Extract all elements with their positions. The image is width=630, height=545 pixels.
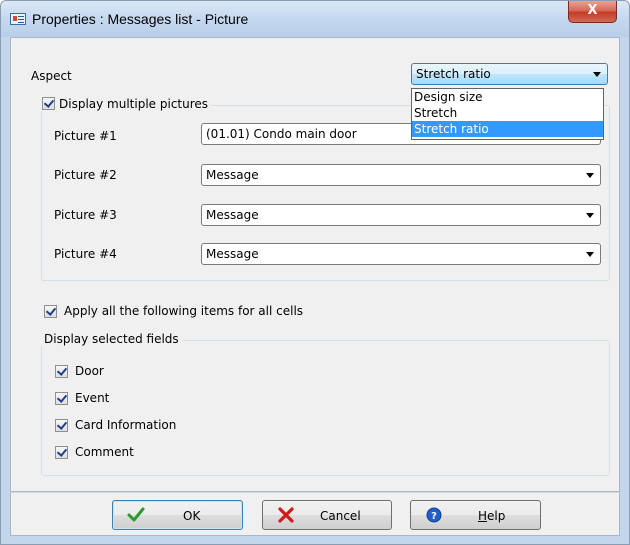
check-icon [127,507,145,522]
button-bar: OK Cancel ? Help [10,492,620,536]
card-information-checkbox[interactable] [55,419,68,432]
multiple-pictures-header: Display multiple pictures [39,97,212,111]
door-checkbox[interactable] [55,365,68,378]
svg-text:?: ? [431,511,437,522]
close-icon: X [587,3,598,18]
event-checkbox[interactable] [55,392,68,405]
aspect-option-stretch[interactable]: Stretch [412,105,603,121]
event-label: Event [75,391,110,405]
card-information-label: Card Information [75,418,177,432]
aspect-select[interactable]: Stretch ratio [411,63,608,85]
title-bar[interactable]: Properties : Messages list - Picture X [1,1,629,37]
picture-2-label: Picture #2 [54,168,117,182]
close-button[interactable]: X [568,1,617,23]
chevron-down-icon [586,213,594,218]
comment-label: Comment [75,445,134,459]
picture-1-value: (01.01) Condo main door [206,127,357,141]
apply-all-checkbox[interactable] [44,305,57,318]
aspect-options-list: Design size Stretch Stretch ratio [411,88,604,140]
selected-fields-title: Display selected fields [41,332,182,346]
aspect-label: Aspect [31,69,72,83]
close-icon [278,507,294,523]
picture-4-select[interactable]: Message [201,243,601,265]
picture-3-value: Message [206,208,259,222]
picture-3-label: Picture #3 [54,208,117,222]
picture-4-label: Picture #4 [54,247,117,261]
display-multiple-pictures-checkbox[interactable] [42,97,55,110]
cancel-label: Cancel [320,509,361,523]
door-label: Door [75,364,104,378]
apply-all-label: Apply all the following items for all ce… [64,304,304,318]
picture-4-value: Message [206,247,259,261]
aspect-select-value: Stretch ratio [416,67,491,81]
help-label: Help [478,509,506,523]
help-button[interactable]: ? Help [410,500,541,530]
picture-3-select[interactable]: Message [201,204,601,226]
cancel-button[interactable]: Cancel [262,500,392,530]
ok-label: OK [183,509,201,523]
picture-2-value: Message [206,168,259,182]
ok-button[interactable]: OK [112,500,243,530]
chevron-down-icon [586,252,594,257]
picture-1-label: Picture #1 [54,129,117,143]
properties-dialog: Properties : Messages list - Picture X A… [0,0,630,545]
comment-checkbox[interactable] [55,446,68,459]
picture-2-select[interactable]: Message [201,164,601,186]
aspect-option-stretch-ratio[interactable]: Stretch ratio [412,121,603,137]
chevron-down-icon [593,72,601,77]
help-icon: ? [426,507,442,523]
aspect-option-design-size[interactable]: Design size [412,89,603,105]
dialog-title: Properties : Messages list - Picture [32,11,249,27]
chevron-down-icon [586,173,594,178]
app-window-icon [10,13,26,25]
display-multiple-pictures-label: Display multiple pictures [59,97,209,111]
